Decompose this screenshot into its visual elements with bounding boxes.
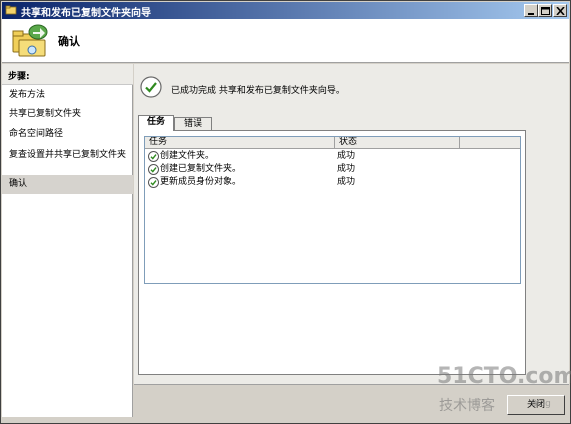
close-window-button[interactable] [553,4,567,17]
step-review-settings[interactable]: 复查设置并共享已复制文件夹 [2,150,126,160]
shared-folder-icon [12,24,48,57]
steps-sidebar: 步骤: 发布方法 共享已复制文件夹 命名空间路径 复查设置并共享已复制文件夹 确… [2,64,133,417]
tasks-panel: 任务 状态 创建文件夹。 成功 创建已复制文件夹。 成功 更新成员身份对象。 成… [138,130,526,375]
steps-heading: 步骤: [8,72,30,82]
close-icon [556,7,565,15]
step-publish-method[interactable]: 发布方法 [2,90,133,100]
window-title: 共享和发布已复制文件夹向导 [21,8,151,19]
table-row[interactable]: 创建已复制文件夹。 成功 [145,163,520,176]
list-header: 任务 状态 [145,137,520,149]
folder-icon [5,5,17,15]
main-panel: 已成功完成 共享和发布已复制文件夹向导。 任务 错误 任务 状态 创建文件夹。 … [134,64,569,384]
task-name: 创建文件夹。 [160,151,215,161]
tasks-list[interactable]: 任务 状态 创建文件夹。 成功 创建已复制文件夹。 成功 更新成员身份对象。 成… [144,136,521,284]
maximize-icon [541,7,550,15]
check-icon [148,151,159,162]
check-icon [148,177,159,188]
minimize-icon [528,13,534,15]
task-status: 成功 [337,177,356,187]
task-status: 成功 [337,151,356,161]
title-bar[interactable]: 共享和发布已复制文件夹向导 [2,2,569,19]
success-message: 已成功完成 共享和发布已复制文件夹向导。 [171,86,345,96]
page-title: 确认 [58,35,80,48]
table-row[interactable]: 更新成员身份对象。 成功 [145,176,520,189]
minimize-button[interactable] [524,4,538,17]
column-header-task[interactable]: 任务 [145,137,335,149]
table-row[interactable]: 创建文件夹。 成功 [145,150,520,163]
success-check-icon [140,76,162,98]
steps-header: 步骤: [2,64,133,85]
task-name: 更新成员身份对象。 [160,177,242,187]
wizard-header: 确认 [2,19,569,63]
step-share-folder[interactable]: 共享已复制文件夹 [2,109,133,119]
watermark-site: 51CTO.com [437,364,571,389]
step-namespace-path[interactable]: 命名空间路径 [2,129,133,139]
watermark-slogan: 技术博客 [439,398,495,414]
maximize-button[interactable] [538,4,552,17]
check-icon [148,164,159,175]
column-header-status[interactable]: 状态 [335,137,460,149]
watermark-blog: Blog [531,399,551,409]
tab-tasks[interactable]: 任务 [138,115,174,131]
task-name: 创建已复制文件夹。 [160,164,242,174]
wizard-window: 共享和发布已复制文件夹向导 确认 步骤: 发布方法 共享已复制文件夹 命名空间路… [0,0,571,424]
task-status: 成功 [337,164,356,174]
step-confirmation[interactable]: 确认 [2,175,133,194]
tab-errors[interactable]: 错误 [174,117,212,131]
